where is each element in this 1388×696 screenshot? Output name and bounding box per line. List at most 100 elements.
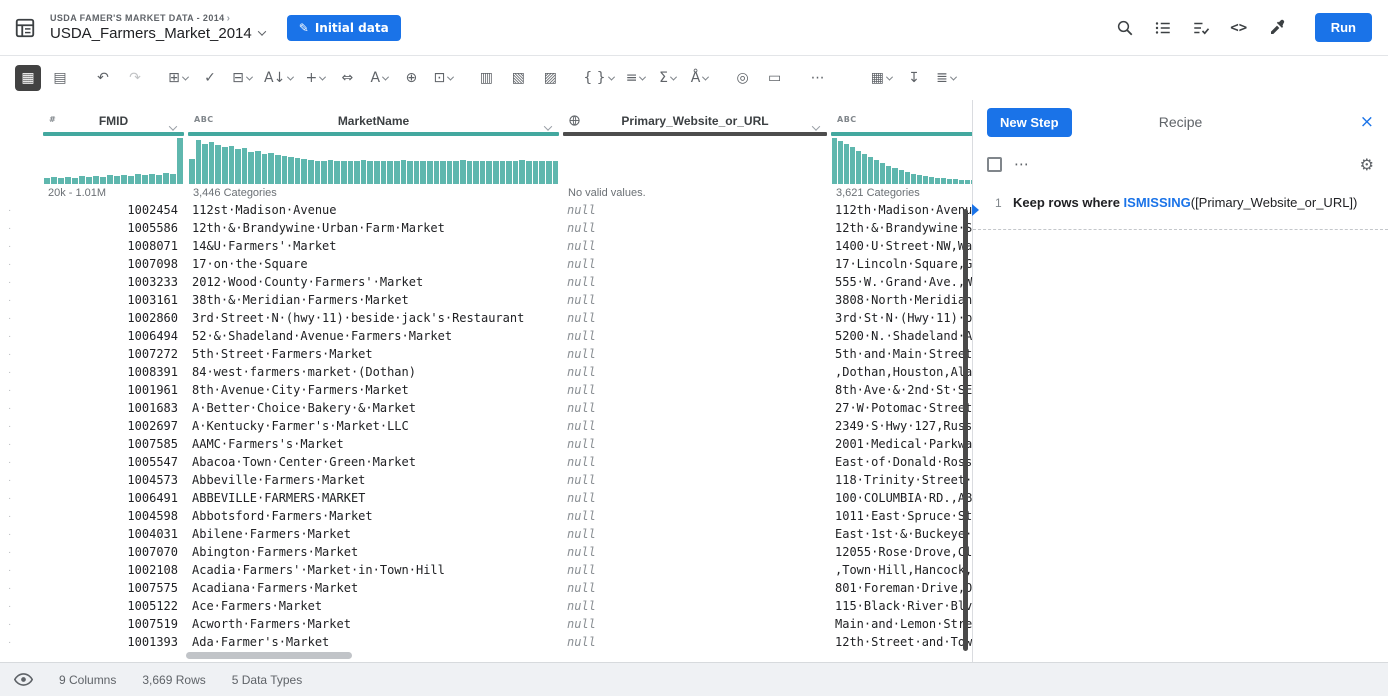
cell-Primary_Website_or_URL[interactable]: null: [561, 489, 829, 507]
histogram-bar[interactable]: [222, 147, 228, 184]
histogram-bar[interactable]: [953, 179, 958, 184]
histogram-bar[interactable]: [923, 176, 928, 184]
row-marker[interactable]: ·: [0, 331, 41, 342]
histogram-bar[interactable]: [407, 161, 413, 184]
close-icon[interactable]: ×: [1360, 112, 1374, 132]
histogram-bar[interactable]: [156, 175, 162, 184]
cell-col4[interactable]: East·1st·&·Buckeye·S: [829, 525, 972, 543]
cell-col4[interactable]: 5th·and·Main·Street,: [829, 345, 972, 363]
cell-Primary_Website_or_URL[interactable]: null: [561, 615, 829, 633]
row-marker[interactable]: ·: [0, 205, 41, 216]
histogram-bar[interactable]: [533, 161, 539, 184]
row-marker[interactable]: ·: [0, 493, 41, 504]
cell-FMID[interactable]: 1002108: [41, 561, 186, 579]
row-marker[interactable]: ·: [0, 547, 41, 558]
histogram-bar[interactable]: [959, 180, 964, 184]
cell-MarketName[interactable]: Abbotsford·Farmers·Market: [186, 507, 561, 525]
cell-MarketName[interactable]: 5th·Street·Farmers·Market: [186, 345, 561, 363]
group-by-icon[interactable]: ≡: [623, 65, 649, 91]
histogram-bar[interactable]: [899, 170, 904, 184]
column-name-row[interactable]: Primary_Website_or_URL: [561, 110, 829, 132]
histogram-bar[interactable]: [51, 177, 57, 184]
histogram-bar[interactable]: [929, 177, 934, 184]
histogram-bar[interactable]: [453, 161, 459, 184]
row-marker[interactable]: ·: [0, 295, 41, 306]
histogram-bar[interactable]: [947, 179, 952, 184]
cell-FMID[interactable]: 1005586: [41, 219, 186, 237]
histogram-bar[interactable]: [427, 161, 433, 184]
histogram-bar[interactable]: [196, 140, 202, 184]
column-name-row[interactable]: #FMID: [41, 110, 186, 132]
target-icon[interactable]: ◎: [730, 65, 756, 91]
histogram-bar[interactable]: [44, 178, 50, 184]
cell-Primary_Website_or_URL[interactable]: null: [561, 381, 829, 399]
cell-MarketName[interactable]: Abbeville·Farmers·Market: [186, 471, 561, 489]
cell-Primary_Website_or_URL[interactable]: null: [561, 417, 829, 435]
histogram-bar[interactable]: [107, 175, 113, 184]
cell-FMID[interactable]: 1005547: [41, 453, 186, 471]
cell-col4[interactable]: 27·W·Potomac·Street,: [829, 399, 972, 417]
cell-MarketName[interactable]: ABBEVILLE·FARMERS·MARKET: [186, 489, 561, 507]
cell-FMID[interactable]: 1007519: [41, 615, 186, 633]
cell-FMID[interactable]: 1007575: [41, 579, 186, 597]
cell-FMID[interactable]: 1007098: [41, 255, 186, 273]
cell-Primary_Website_or_URL[interactable]: null: [561, 201, 829, 219]
string-type-icon[interactable]: ABC: [837, 115, 857, 124]
row-marker[interactable]: ·: [0, 601, 41, 612]
column-histogram[interactable]: [561, 138, 829, 184]
histogram-bar[interactable]: [301, 159, 307, 184]
cell-FMID[interactable]: 1003233: [41, 273, 186, 291]
histogram-bar[interactable]: [367, 161, 373, 184]
histogram-bar[interactable]: [519, 160, 525, 184]
column-menu-icon[interactable]: [813, 118, 819, 136]
histogram-bar[interactable]: [911, 174, 916, 184]
histogram-bar[interactable]: [282, 156, 288, 184]
histogram-bar[interactable]: [880, 163, 885, 184]
cell-Primary_Website_or_URL[interactable]: null: [561, 255, 829, 273]
cell-MarketName[interactable]: 84·west·farmers·market·(Dothan): [186, 363, 561, 381]
cell-Primary_Website_or_URL[interactable]: null: [561, 219, 829, 237]
view-options-icon[interactable]: ▦: [868, 65, 895, 91]
cell-MarketName[interactable]: Abacoa·Town·Center·Green·Market: [186, 453, 561, 471]
histogram-bar[interactable]: [255, 151, 261, 184]
histogram-bar[interactable]: [229, 146, 235, 184]
cell-FMID[interactable]: 1007070: [41, 543, 186, 561]
merge-values-icon[interactable]: ⊕: [398, 65, 424, 91]
cell-FMID[interactable]: 1002454: [41, 201, 186, 219]
new-step-button[interactable]: New Step: [987, 108, 1072, 137]
histogram-bar[interactable]: [215, 145, 221, 184]
data-quality-bar[interactable]: [188, 132, 559, 136]
row-marker[interactable]: ·: [0, 223, 41, 234]
row-marker[interactable]: ·: [0, 583, 41, 594]
initial-data-button[interactable]: ✎Initial data: [287, 15, 401, 41]
cell-Primary_Website_or_URL[interactable]: null: [561, 507, 829, 525]
cell-col4[interactable]: ,Dothan,Houston,Alab: [829, 363, 972, 381]
cell-MarketName[interactable]: 14&U·Farmers'·Market: [186, 237, 561, 255]
histogram-bar[interactable]: [235, 149, 241, 184]
histogram-bar[interactable]: [420, 161, 426, 184]
more-icon[interactable]: ⋯: [805, 65, 831, 91]
url-type-icon[interactable]: [569, 115, 580, 128]
histogram-bar[interactable]: [121, 175, 127, 184]
data-quality-bar[interactable]: [563, 132, 827, 136]
histogram-bar[interactable]: [394, 161, 400, 184]
histogram-bar[interactable]: [381, 161, 387, 184]
resize-icon[interactable]: ⇔: [334, 65, 360, 91]
histogram-bar[interactable]: [905, 172, 910, 184]
row-marker[interactable]: ·: [0, 529, 41, 540]
sort-icon[interactable]: A↓: [261, 65, 296, 91]
cell-FMID[interactable]: 1002697: [41, 417, 186, 435]
data-quality-bar[interactable]: [43, 132, 184, 136]
cell-Primary_Website_or_URL[interactable]: null: [561, 597, 829, 615]
histogram-bar[interactable]: [328, 160, 334, 184]
histogram-bar[interactable]: [209, 142, 215, 184]
cell-Primary_Website_or_URL[interactable]: null: [561, 309, 829, 327]
histogram-bar[interactable]: [553, 161, 559, 184]
row-marker[interactable]: ·: [0, 511, 41, 522]
histogram-bar[interactable]: [874, 160, 879, 184]
histogram-bar[interactable]: [546, 161, 552, 184]
column-name-row[interactable]: ABC: [829, 110, 972, 132]
histogram-bar[interactable]: [170, 174, 176, 184]
standardize-icon[interactable]: ✓: [197, 65, 223, 91]
histogram-bar[interactable]: [539, 161, 545, 184]
